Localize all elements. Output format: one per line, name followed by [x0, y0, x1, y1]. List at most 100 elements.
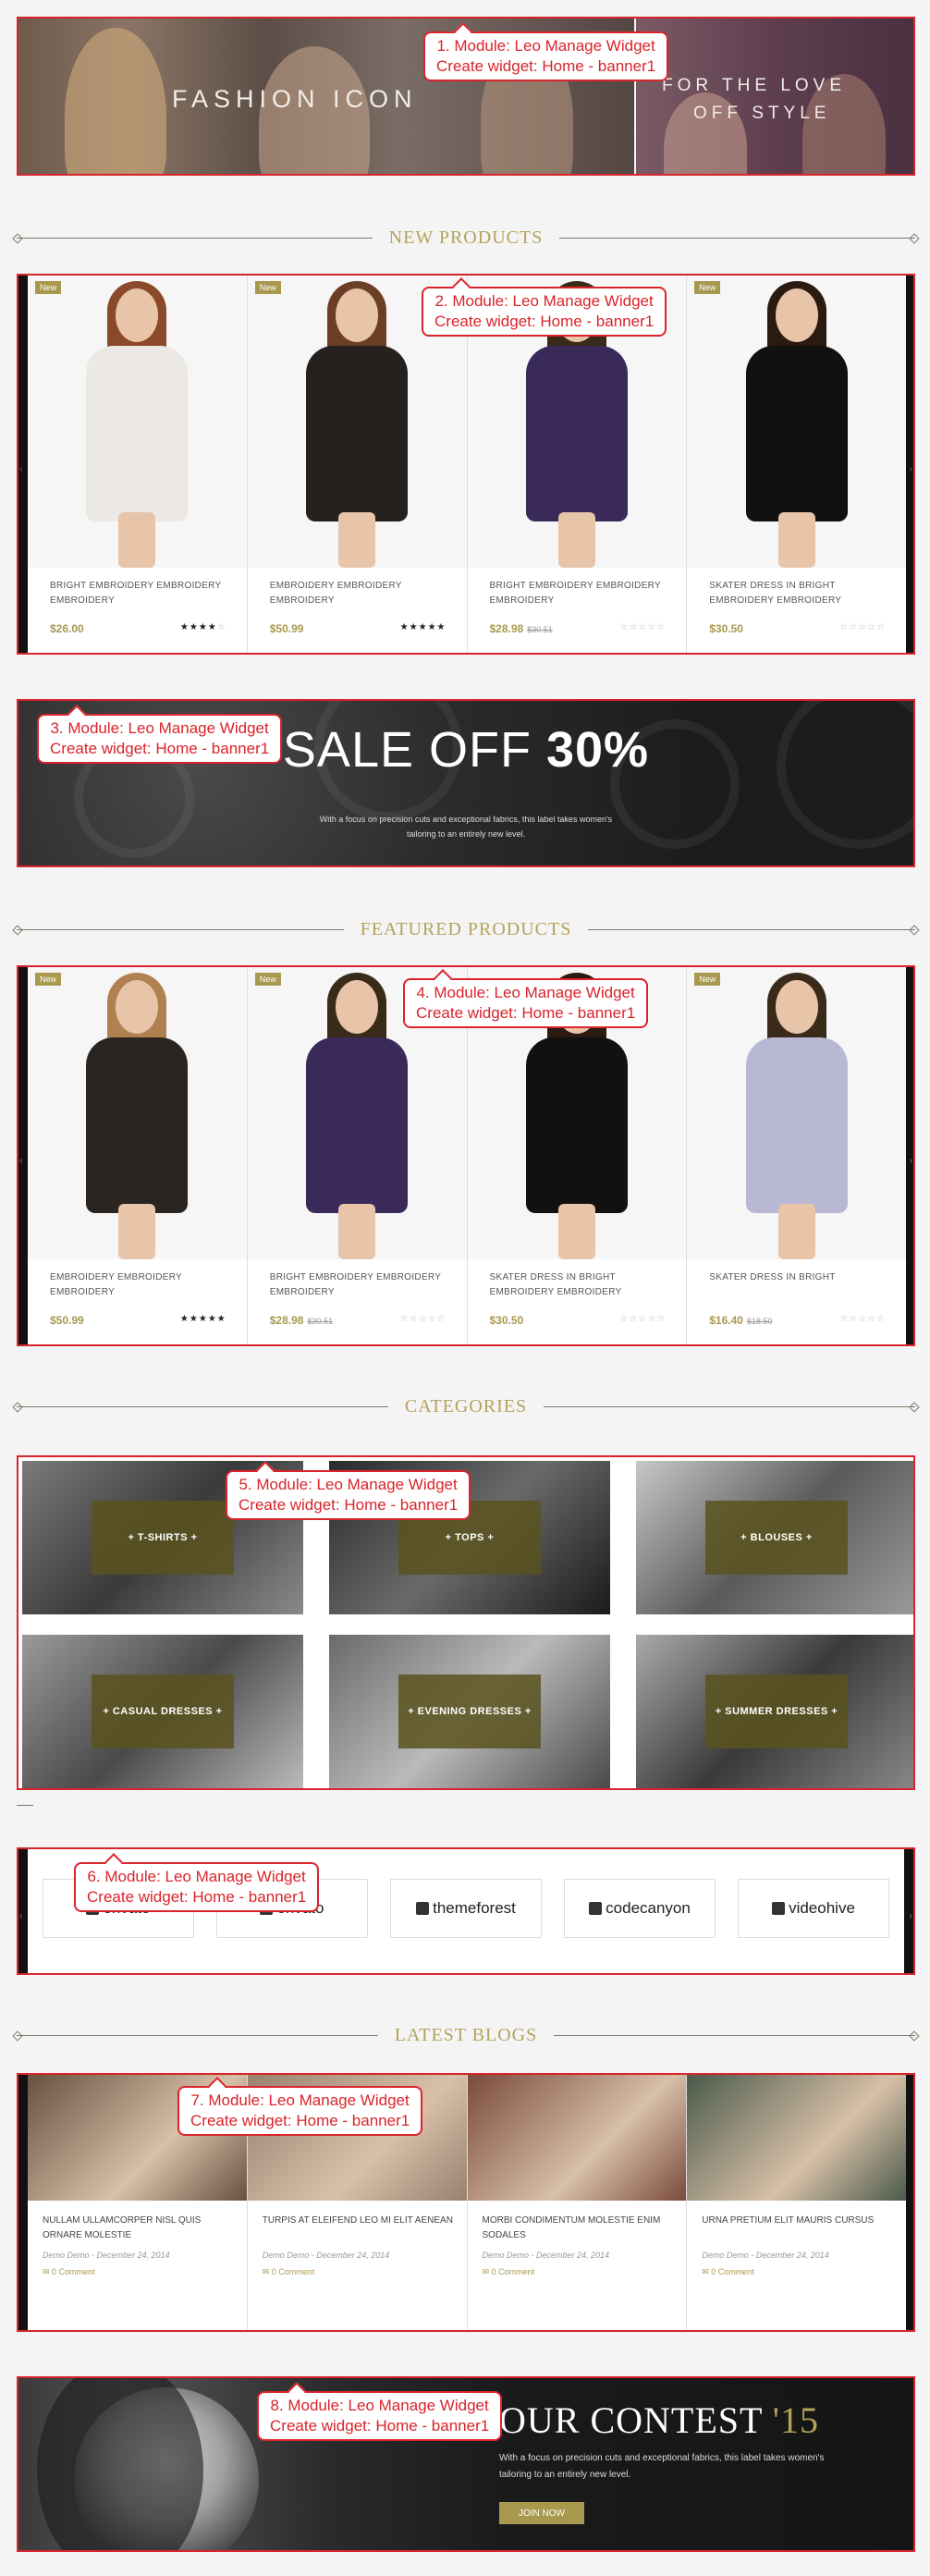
callout-3-line1: 3. Module: Leo Manage Widget [50, 719, 269, 737]
brands-prev-icon[interactable]: ‹ [19, 1911, 22, 1921]
blog-comments[interactable]: ✉ 0 Comment [483, 2267, 535, 2277]
brand-logo[interactable]: codecanyon [564, 1879, 716, 1938]
categories-title: CATEGORIES [404, 1395, 528, 1417]
contest-sub-line2: tailoring to an entirely new level. [499, 2470, 631, 2480]
stars-filled-icon: ★★★★ [179, 622, 217, 632]
product-name[interactable]: SKATER DRESS IN BRIGHT [709, 1270, 891, 1285]
blog-meta: Demo Demo - December 24, 2014 [702, 2251, 829, 2260]
featured-prev-icon[interactable]: ‹ [19, 1156, 22, 1166]
callout-2-line2: Create widget: Home - banner1 [434, 313, 655, 330]
blog-title[interactable]: URNA PRETIUM ELIT MAURIS CURSUS [702, 2214, 895, 2228]
callout-1-line1: 1. Module: Leo Manage Widget [436, 37, 655, 55]
new-products-heading: NEW PRODUCTS [17, 224, 915, 251]
comment-count: 0 Comment [711, 2267, 754, 2276]
stars-empty-icon: ☆☆☆☆☆ [619, 1314, 667, 1324]
product-price: $50.99 [270, 622, 304, 635]
rating-stars: ☆☆☆☆☆ [400, 1314, 447, 1324]
product-name[interactable]: SKATER DRESS IN BRIGHT EMBROIDERY EMBROI… [709, 579, 891, 608]
new-badge: New [694, 281, 721, 294]
product-image[interactable] [687, 276, 906, 568]
brand-name: videohive [789, 1899, 855, 1917]
category-tile[interactable]: + EVENING DRESSES + [329, 1635, 610, 1788]
category-tile[interactable]: + BLOUSES + [636, 1461, 913, 1614]
latest-blogs-carousel: NULLAM ULLAMCORPER NISL QUIS ORNARE MOLE… [17, 2073, 915, 2332]
rating-stars: ★★★★☆ [180, 622, 226, 632]
comment-icon: ✉ [262, 2267, 272, 2276]
blog-comments[interactable]: ✉ 0 Comment [702, 2267, 754, 2277]
blog-card[interactable]: URNA PRETIUM ELIT MAURIS CURSUS Demo Demo… [687, 2075, 906, 2330]
callout-6-line2: Create widget: Home - banner1 [87, 1888, 307, 1906]
product-dress [86, 346, 189, 521]
blog-comments[interactable]: ✉ 0 Comment [263, 2267, 315, 2277]
product-name[interactable]: BRIGHT EMBROIDERY EMBROIDERY EMBROIDERY [50, 579, 232, 608]
new-badge: New [254, 973, 281, 986]
product-name[interactable]: EMBROIDERY EMBROIDERY EMBROIDERY [270, 579, 452, 608]
product-name[interactable]: BRIGHT EMBROIDERY EMBROIDERY EMBROIDERY [490, 579, 672, 608]
new-badge: New [694, 973, 721, 986]
price-current: $28.98 [269, 1314, 304, 1327]
brand-logo[interactable]: themeforest [390, 1879, 542, 1938]
product-dress [306, 346, 409, 521]
product-price: $28.98 $30.51 [270, 1314, 333, 1327]
callout-5: 5. Module: Leo Manage Widget Create widg… [226, 1470, 471, 1520]
category-label[interactable]: + BLOUSES + [705, 1501, 848, 1575]
blog-title[interactable]: MORBI CONDIMENTUM MOLESTIE ENIM SODALES [483, 2214, 676, 2243]
callout-8: 8. Module: Leo Manage Widget Create widg… [257, 2391, 503, 2441]
blog-comments[interactable]: ✉ 0 Comment [43, 2267, 95, 2277]
product-card[interactable]: New BRIGHT EMBROIDERY EMBROIDERY EMBROIDE… [28, 276, 248, 653]
comment-icon: ✉ [43, 2267, 53, 2276]
brand-logo[interactable]: videohive [738, 1879, 889, 1938]
callout-7-line2: Create widget: Home - banner1 [190, 2112, 410, 2129]
product-price: $26.00 [50, 622, 84, 635]
category-tile[interactable]: + SUMMER DRESSES + [636, 1635, 913, 1788]
join-now-button[interactable]: JOIN NOW [499, 2502, 584, 2524]
banner-right-text-2: OFF STYLE [693, 104, 831, 123]
category-tile[interactable]: + CASUAL DRESSES + [22, 1635, 303, 1788]
product-name[interactable]: SKATER DRESS IN BRIGHT EMBROIDERY EMBROI… [490, 1270, 672, 1300]
comment-icon: ✉ [702, 2267, 712, 2276]
brand-name: themeforest [433, 1899, 516, 1917]
category-label[interactable]: + EVENING DRESSES + [398, 1674, 541, 1748]
product-image[interactable] [687, 967, 906, 1259]
product-image[interactable] [28, 276, 247, 568]
model-head [336, 980, 379, 1034]
blog-image[interactable] [687, 2075, 906, 2201]
product-card[interactable]: New SKATER DRESS IN BRIGHT EMBROIDERY EMB… [687, 276, 906, 653]
carousel-prev-icon[interactable]: ‹ [19, 464, 22, 474]
product-image[interactable] [28, 967, 247, 1259]
carousel-next-icon[interactable]: › [910, 464, 912, 474]
blog-card[interactable]: MORBI CONDIMENTUM MOLESTIE ENIM SODALES D… [467, 2075, 688, 2330]
blog-image[interactable] [467, 2075, 687, 2201]
callout-7: 7. Module: Leo Manage Widget Create widg… [177, 2086, 423, 2136]
callout-3-line2: Create widget: Home - banner1 [50, 740, 270, 757]
product-name[interactable]: BRIGHT EMBROIDERY EMBROIDERY EMBROIDERY [270, 1270, 452, 1300]
blog-title[interactable]: TURPIS AT ELEIFEND LEO MI ELIT AENEAN [263, 2214, 456, 2228]
blog-title[interactable]: NULLAM ULLAMCORPER NISL QUIS ORNARE MOLE… [43, 2214, 236, 2243]
product-price: $30.50 [490, 1314, 524, 1327]
product-card[interactable]: New SKATER DRESS IN BRIGHT $16.40 $18.50 ☆☆☆… [687, 967, 906, 1344]
product-dress [86, 1037, 189, 1213]
featured-next-icon[interactable]: › [910, 1156, 912, 1166]
blogs-left-edge [18, 2075, 28, 2330]
banner-right-text-1: FOR THE LOVE [662, 76, 847, 95]
product-card[interactable]: New EMBROIDERY EMBROIDERY EMBROIDERY $50.9… [28, 967, 248, 1344]
sale-sub-line1: With a focus on precision cuts and excep… [319, 815, 613, 824]
stars-empty-icon: ☆☆☆☆☆ [839, 1314, 886, 1324]
comment-icon: ✉ [482, 2267, 492, 2276]
product-price: $28.98 $30.51 [490, 622, 553, 635]
brand-name: codecanyon [606, 1899, 691, 1917]
category-label[interactable]: + SUMMER DRESSES + [705, 1674, 848, 1748]
category-label[interactable]: + T-SHIRTS + [92, 1501, 234, 1575]
callout-6-line1: 6. Module: Leo Manage Widget [87, 1868, 306, 1885]
price-current: $28.98 [489, 622, 524, 635]
category-label[interactable]: + CASUAL DRESSES + [92, 1674, 234, 1748]
stars-empty-icon: ☆☆☆☆☆ [619, 622, 667, 632]
blog-meta: Demo Demo - December 24, 2014 [43, 2251, 170, 2260]
contest-year: '15 [772, 2399, 819, 2441]
banner-left-text: FASHION ICON [172, 85, 418, 113]
banner-right-image[interactable] [636, 18, 913, 174]
price-current: $30.50 [709, 622, 743, 635]
product-name[interactable]: EMBROIDERY EMBROIDERY EMBROIDERY [50, 1270, 232, 1300]
brands-next-icon[interactable]: › [910, 1911, 912, 1921]
price-old: $30.51 [527, 625, 553, 634]
